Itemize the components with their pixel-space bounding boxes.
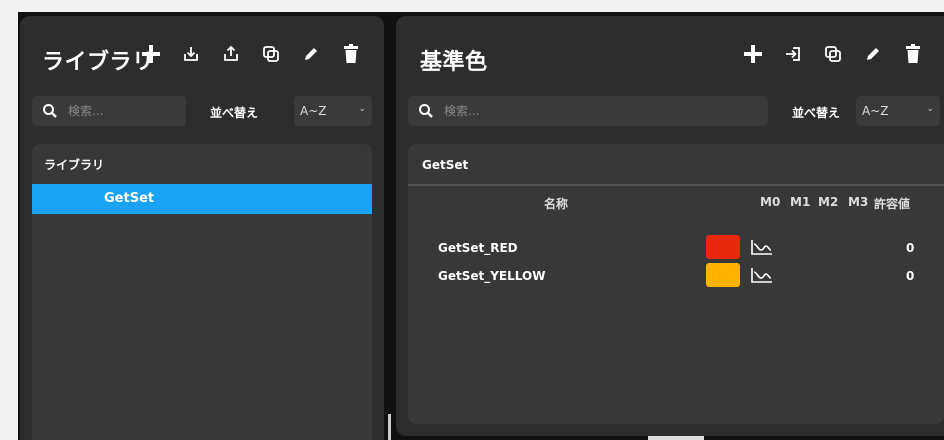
spectrum-curve-icon[interactable] — [750, 238, 774, 256]
chevron-down-icon: ⌄ — [926, 104, 934, 114]
color-swatch[interactable] — [706, 235, 740, 259]
reference-colors-panel: 基準色 並べ替え A~Z ⌄ GetSet 名称 M0 M1 M2 M3 — [396, 16, 944, 436]
color-search-box[interactable] — [408, 96, 768, 126]
pencil-icon — [867, 48, 879, 60]
add-library-button[interactable] — [140, 42, 162, 66]
column-m0: M0 — [760, 195, 781, 209]
color-name: GetSet_RED — [438, 241, 518, 255]
library-search-input[interactable] — [66, 103, 180, 119]
panel-resize-handle[interactable] — [388, 414, 391, 440]
library-sort-label: 並べ替え — [210, 106, 259, 120]
library-sort-select[interactable]: A~Z ⌄ — [294, 96, 372, 126]
duplicate-icon — [263, 46, 279, 62]
table-row[interactable]: GetSet_YELLOW 0 — [408, 262, 944, 290]
column-m3: M3 — [848, 195, 869, 209]
spectrum-curve-icon[interactable] — [750, 266, 774, 284]
column-name: 名称 — [544, 197, 569, 211]
login-icon — [786, 47, 800, 61]
plus-icon — [142, 45, 160, 63]
search-icon — [419, 104, 433, 118]
import-color-button[interactable] — [782, 42, 804, 66]
trash-icon — [906, 44, 920, 63]
library-title: ライブラリ — [42, 50, 155, 75]
reference-colors-toolbar — [742, 42, 924, 66]
add-color-button[interactable] — [742, 42, 764, 66]
delete-color-button[interactable] — [902, 42, 924, 66]
library-search-box[interactable] — [32, 96, 186, 126]
duplicate-icon — [825, 46, 841, 62]
color-name: GetSet_YELLOW — [438, 269, 546, 283]
import-icon — [184, 47, 198, 61]
duplicate-color-button[interactable] — [822, 42, 844, 66]
color-sort-label: 並べ替え — [792, 106, 841, 120]
color-search-input[interactable] — [442, 103, 556, 119]
color-group-header: GetSet — [422, 158, 469, 172]
library-sort-value: A~Z — [300, 104, 327, 118]
column-tolerance: 許容値 — [874, 197, 911, 211]
column-m1: M1 — [790, 195, 811, 209]
library-item-getset[interactable]: GetSet — [32, 184, 372, 214]
export-library-button[interactable] — [220, 42, 242, 66]
plus-icon — [744, 45, 762, 63]
group-divider — [408, 184, 944, 186]
delete-library-button[interactable] — [340, 42, 362, 66]
color-table: GetSet 名称 M0 M1 M2 M3 許容値 GetSet_RED 0 G… — [408, 144, 944, 424]
column-m2: M2 — [818, 195, 839, 209]
color-swatch[interactable] — [706, 263, 740, 287]
pencil-icon — [305, 48, 317, 60]
search-icon — [43, 104, 57, 118]
color-sort-select[interactable]: A~Z ⌄ — [856, 96, 940, 126]
table-row[interactable]: GetSet_RED 0 — [408, 234, 944, 262]
trash-icon — [344, 44, 358, 63]
edit-color-button[interactable] — [862, 42, 884, 66]
duplicate-library-button[interactable] — [260, 42, 282, 66]
tolerance-value: 0 — [906, 241, 915, 255]
tolerance-value: 0 — [906, 269, 915, 283]
export-icon — [224, 45, 238, 61]
import-library-button[interactable] — [180, 42, 202, 66]
library-list: ライブラリ GetSet — [32, 144, 372, 440]
bottom-drag-handle[interactable] — [648, 436, 704, 440]
edit-library-button[interactable] — [300, 42, 322, 66]
library-tree-header: ライブラリ — [44, 158, 105, 172]
library-panel: ライブラリ 並べ替え A~Z ⌄ ライブラリ GetSet — [20, 16, 384, 440]
library-toolbar — [140, 42, 362, 66]
library-item-label: GetSet — [104, 191, 155, 206]
reference-colors-title: 基準色 — [420, 50, 488, 75]
chevron-down-icon: ⌄ — [358, 104, 366, 114]
color-sort-value: A~Z — [862, 104, 889, 118]
